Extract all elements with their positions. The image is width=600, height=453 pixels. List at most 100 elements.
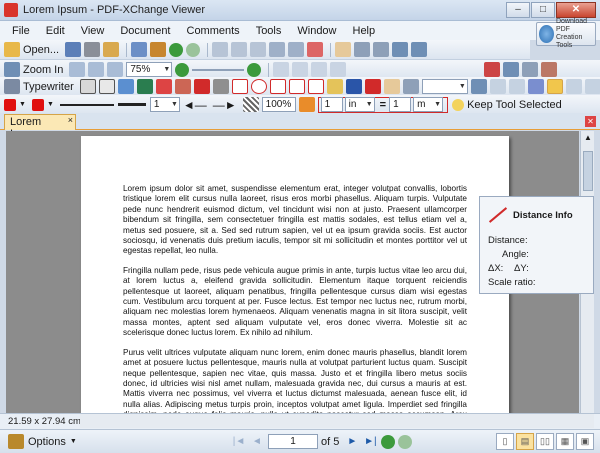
undo-icon[interactable] bbox=[212, 42, 229, 57]
properties-icon[interactable] bbox=[150, 42, 167, 57]
zoom-in-button[interactable]: Zoom In bbox=[23, 64, 63, 76]
print-icon[interactable] bbox=[84, 42, 101, 57]
image-icon[interactable] bbox=[470, 79, 487, 94]
last-page-icon[interactable]: ►| bbox=[363, 435, 377, 449]
horizontal-scrollbar[interactable] bbox=[80, 414, 594, 428]
hand-tool-icon[interactable] bbox=[335, 42, 352, 57]
typewriter-button[interactable]: Typewriter bbox=[23, 81, 74, 93]
menu-view[interactable]: View bbox=[73, 25, 113, 37]
eraser-icon[interactable] bbox=[383, 79, 400, 94]
select-text-icon[interactable] bbox=[354, 42, 371, 57]
signatures-icon[interactable] bbox=[522, 62, 538, 77]
next-page-icon[interactable]: ► bbox=[345, 435, 359, 449]
underline-icon[interactable] bbox=[136, 79, 153, 94]
bookmarks-icon[interactable] bbox=[503, 62, 519, 77]
opacity-icon[interactable] bbox=[242, 97, 259, 112]
chevron-down-icon[interactable]: ▼ bbox=[19, 101, 26, 108]
menu-help[interactable]: Help bbox=[345, 25, 384, 37]
style-icon[interactable] bbox=[298, 97, 315, 112]
paste-icon[interactable] bbox=[288, 42, 305, 57]
zoom-in-icon[interactable] bbox=[4, 62, 20, 77]
line-icon[interactable] bbox=[193, 79, 210, 94]
measure-area-icon[interactable] bbox=[584, 79, 600, 94]
highlight-icon[interactable] bbox=[117, 79, 134, 94]
zoom-slider[interactable] bbox=[192, 68, 245, 71]
tab-lorem-ipsum[interactable]: Lorem Ipsum × bbox=[4, 114, 76, 140]
find-icon[interactable] bbox=[392, 42, 409, 57]
line-width-select[interactable]: 1 ▼ bbox=[149, 97, 180, 112]
sticky-note-icon[interactable] bbox=[326, 79, 343, 94]
strikeout-icon[interactable] bbox=[155, 79, 172, 94]
options-button[interactable]: Options ▼ bbox=[8, 434, 77, 449]
line-style-sample[interactable] bbox=[59, 103, 114, 106]
ruler-icon[interactable] bbox=[402, 79, 419, 94]
polyline-icon[interactable] bbox=[307, 79, 324, 94]
rotate-icon[interactable] bbox=[330, 62, 347, 77]
scroll-up-icon[interactable]: ▲ bbox=[584, 133, 592, 142]
snapshot-icon[interactable] bbox=[373, 42, 390, 57]
font-select[interactable]: ▼ bbox=[421, 79, 468, 94]
delete-icon[interactable] bbox=[307, 42, 324, 57]
facing-view-icon[interactable]: ▯▯ bbox=[536, 433, 554, 450]
facing-icon[interactable] bbox=[311, 62, 328, 77]
close-icon[interactable]: × bbox=[68, 115, 73, 125]
previous-page-icon[interactable]: ◄ bbox=[250, 435, 264, 449]
back-icon[interactable] bbox=[169, 42, 184, 57]
continuous-view-icon[interactable]: ▤ bbox=[516, 433, 534, 450]
save-icon[interactable] bbox=[65, 42, 82, 57]
typewriter-icon[interactable] bbox=[4, 79, 20, 94]
continuous-facing-view-icon[interactable]: ▦ bbox=[556, 433, 574, 450]
scale-right-value[interactable]: 1 bbox=[389, 97, 412, 112]
attachments-icon[interactable] bbox=[484, 62, 500, 77]
single-page-icon[interactable] bbox=[273, 62, 290, 77]
back-view-icon[interactable] bbox=[381, 434, 396, 449]
menu-edit[interactable]: Edit bbox=[38, 25, 73, 37]
rectangle-icon[interactable] bbox=[231, 79, 248, 94]
redo-icon[interactable] bbox=[231, 42, 248, 57]
open-folder-icon[interactable] bbox=[4, 42, 20, 57]
minimize-button[interactable]: – bbox=[506, 2, 530, 18]
measure-distance-icon[interactable] bbox=[546, 79, 563, 94]
download-pdf-tools-button[interactable]: Download PDF Creation Tools bbox=[536, 18, 596, 49]
opacity-select[interactable]: 100% bbox=[261, 97, 296, 112]
measure-perimeter-icon[interactable] bbox=[565, 79, 582, 94]
textbox-icon[interactable] bbox=[98, 79, 115, 94]
open-button[interactable]: Open... bbox=[23, 44, 59, 56]
copy-icon[interactable] bbox=[269, 42, 286, 57]
search-icon[interactable] bbox=[411, 42, 428, 57]
pdf-page[interactable]: Lorem ipsum dolor sit amet, suspendisse … bbox=[81, 136, 509, 413]
line-end-arrow-icon[interactable]: —► bbox=[213, 98, 237, 112]
zoom-level-select[interactable]: 75% ▼ bbox=[126, 62, 173, 77]
chevron-down-icon[interactable]: ▼ bbox=[47, 101, 54, 108]
menu-file[interactable]: File bbox=[4, 25, 38, 37]
link-icon[interactable] bbox=[364, 79, 381, 94]
maximize-button[interactable]: □ bbox=[531, 2, 555, 18]
continuous-icon[interactable] bbox=[292, 62, 309, 77]
zoom-out-icon[interactable] bbox=[175, 62, 190, 77]
keep-tool-selected-toggle[interactable]: Keep Tool Selected bbox=[467, 99, 562, 111]
pin-icon[interactable] bbox=[345, 79, 362, 94]
line-start-arrow-icon[interactable]: ◄— bbox=[183, 98, 207, 112]
first-page-icon[interactable]: |◄ bbox=[232, 435, 246, 449]
line-width-sample[interactable] bbox=[117, 103, 146, 106]
scroll-thumb[interactable] bbox=[583, 151, 593, 191]
cloud-icon[interactable] bbox=[288, 79, 305, 94]
current-page-input[interactable]: 1 bbox=[268, 434, 318, 449]
cut-icon[interactable] bbox=[250, 42, 267, 57]
border-color-icon[interactable] bbox=[31, 98, 44, 111]
menu-comments[interactable]: Comments bbox=[179, 25, 248, 37]
callout-icon[interactable] bbox=[79, 79, 96, 94]
fit-width-icon[interactable] bbox=[107, 62, 124, 77]
menu-window[interactable]: Window bbox=[289, 25, 344, 37]
forward-view-icon[interactable] bbox=[398, 434, 413, 449]
layers-icon[interactable] bbox=[527, 79, 544, 94]
fit-page-icon[interactable] bbox=[88, 62, 105, 77]
scale-left-value[interactable]: 1 bbox=[320, 97, 343, 112]
single-page-view-icon[interactable]: ▯ bbox=[496, 433, 514, 450]
fill-color-icon[interactable] bbox=[4, 98, 16, 111]
sound-icon[interactable] bbox=[489, 79, 506, 94]
zoom-plus-icon[interactable] bbox=[247, 62, 262, 77]
menu-tools[interactable]: Tools bbox=[248, 25, 290, 37]
actual-size-icon[interactable] bbox=[69, 62, 86, 77]
arrow-icon[interactable] bbox=[212, 79, 229, 94]
